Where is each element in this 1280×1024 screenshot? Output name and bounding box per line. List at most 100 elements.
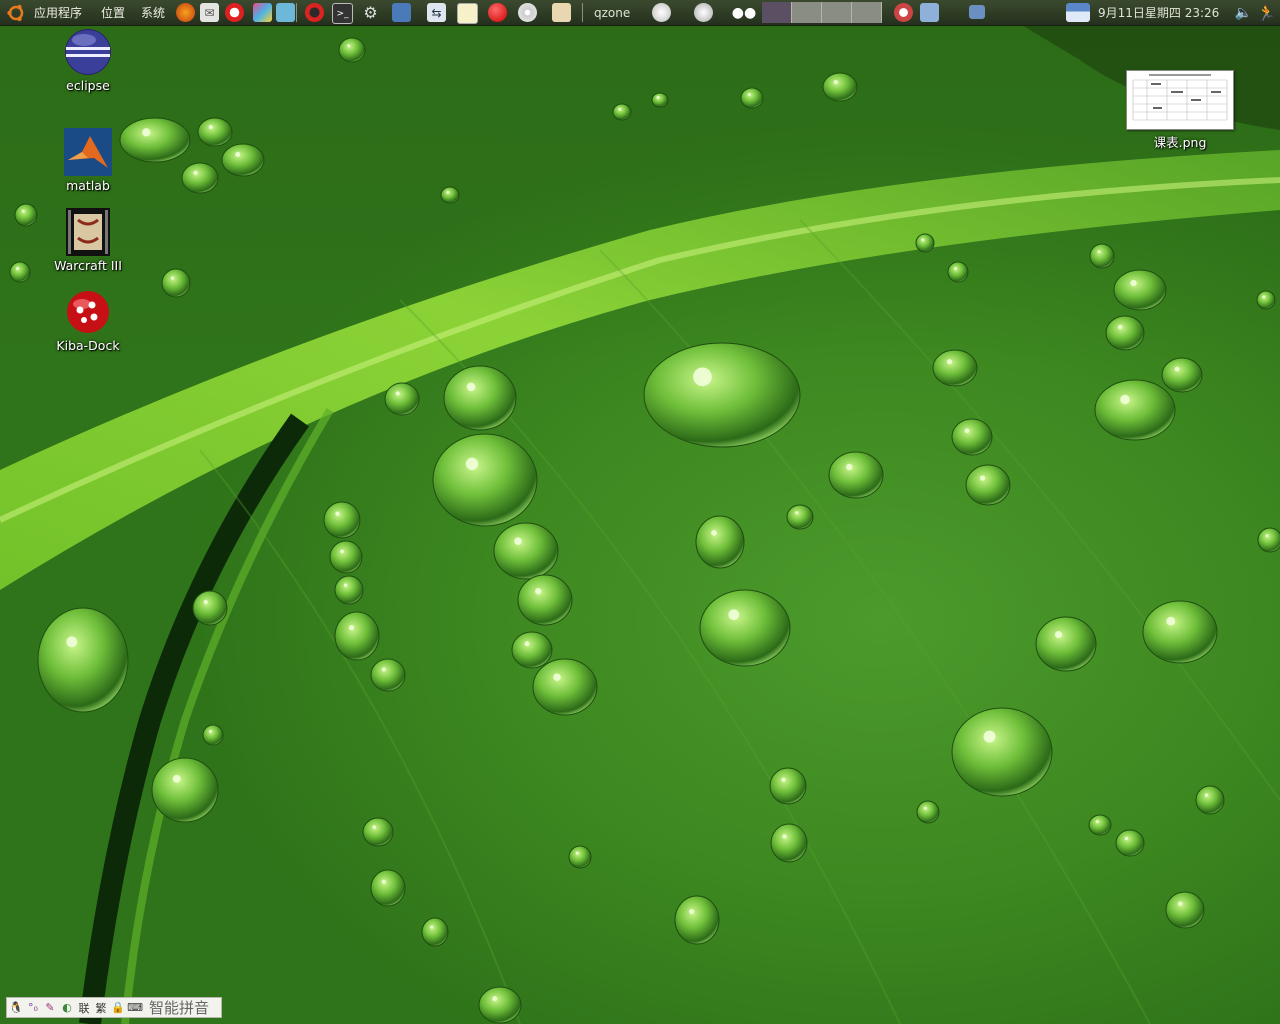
lock-icon[interactable]: 🔒 [111, 1001, 125, 1015]
water-drop-highlight [618, 107, 622, 111]
water-drop [1165, 891, 1205, 929]
water-drop [334, 611, 380, 661]
image-file-icon [1126, 70, 1234, 130]
water-drop [9, 261, 31, 283]
warcraft-icon [64, 208, 112, 256]
workspace-4[interactable] [852, 2, 882, 23]
firefox-icon[interactable] [176, 3, 195, 22]
ubuntu-logo-icon[interactable] [6, 0, 26, 25]
water-drop-highlight [372, 825, 377, 829]
paint-icon[interactable] [276, 3, 295, 22]
water-drop-highlight [1120, 394, 1130, 405]
water-drop-highlight [514, 537, 522, 546]
keyboard-icon[interactable]: ⌨ [127, 1001, 143, 1015]
settings-icon[interactable]: ⚙ [361, 3, 380, 22]
water-drop [951, 418, 993, 456]
desktop-icon-label: Warcraft III [54, 258, 122, 273]
desktop-icon-kiba-dock[interactable]: Kiba-Dock [43, 288, 133, 353]
water-drop [443, 365, 517, 431]
workspace-2[interactable] [792, 2, 822, 23]
water-drop-highlight [340, 549, 344, 554]
water-drop-highlight [1174, 366, 1180, 372]
gimp-icon[interactable] [552, 3, 571, 22]
water-drop [334, 575, 364, 605]
water-drop [786, 504, 814, 530]
punctuation-icon[interactable]: °₀ [26, 1001, 40, 1015]
simplified-icon[interactable]: 联 [77, 1001, 91, 1015]
water-drop [370, 869, 406, 907]
water-drop-highlight [335, 511, 340, 516]
water-drop-highlight [381, 879, 386, 884]
task-qzone[interactable]: qzone [594, 0, 630, 25]
applet-icon[interactable] [694, 3, 713, 22]
water-drop [1089, 243, 1115, 269]
water-drop [643, 342, 801, 448]
water-drop [37, 607, 129, 713]
water-drop-highlight [381, 667, 386, 672]
water-drop [916, 800, 940, 824]
terminal-icon[interactable]: >_ [332, 3, 353, 24]
volume-icon[interactable]: 🔈 [1234, 3, 1253, 22]
water-drop-highlight [728, 609, 740, 621]
water-drop [965, 464, 1011, 506]
water-drop-highlight [466, 382, 476, 392]
desktop-icon-warcraft[interactable]: Warcraft III [43, 208, 133, 273]
water-drop-highlight [347, 44, 351, 48]
water-drop-highlight [575, 851, 579, 855]
workspace-3[interactable] [822, 2, 852, 23]
cd-icon[interactable] [518, 3, 537, 22]
water-drop [699, 589, 791, 667]
water-drop-highlight [983, 730, 996, 743]
water-drop [822, 72, 858, 102]
help-icon[interactable] [225, 3, 244, 22]
water-drop [674, 895, 720, 945]
traditional-icon[interactable]: 繁 [94, 1001, 108, 1015]
water-drop [511, 631, 553, 669]
matlab-icon [64, 128, 112, 176]
desktop-icon-eclipse[interactable]: eclipse [43, 28, 133, 93]
water-drop [1105, 315, 1145, 351]
water-drop-highlight [693, 367, 712, 387]
water-drop-highlight [747, 93, 751, 96]
water-drop-highlight [1265, 534, 1269, 538]
screenshot-icon[interactable] [457, 3, 478, 24]
water-drop-highlight [833, 80, 838, 85]
water-drop [478, 986, 522, 1024]
tux-icon[interactable]: 🐧 [9, 1001, 23, 1015]
applet-icon[interactable] [652, 3, 671, 22]
water-drop [740, 87, 764, 109]
tray-app-icon[interactable] [894, 3, 913, 22]
mail-icon[interactable]: ✉ [200, 3, 219, 22]
menu-places[interactable]: 位置 [101, 0, 125, 25]
kiba-dock-icon [64, 288, 112, 336]
water-drop-highlight [1262, 295, 1266, 299]
water-drop [651, 92, 669, 108]
network-icon[interactable] [392, 3, 411, 22]
water-drop-highlight [781, 777, 786, 782]
opera-icon[interactable] [305, 3, 324, 22]
water-drop [202, 724, 224, 746]
xeyes-icon[interactable]: ●● [730, 3, 758, 22]
ime-mode-label[interactable]: 智能拼音 [149, 997, 209, 1018]
tray-window-icon[interactable] [969, 5, 985, 19]
water-drop [1094, 379, 1176, 441]
brush-icon[interactable]: ✎ [43, 1001, 57, 1015]
fullwidth-icon[interactable]: ◐ [60, 1001, 74, 1015]
workspace-1[interactable] [762, 2, 792, 23]
menu-system[interactable]: 系统 [141, 0, 165, 25]
remote-desktop-icon[interactable]: ⇆ [427, 3, 446, 22]
water-drop [1195, 785, 1225, 815]
clock[interactable]: 9月11日星期四 23:26 [1098, 0, 1219, 25]
water-drop [329, 540, 363, 574]
calendar-icon[interactable] [1066, 3, 1090, 22]
water-drop-highlight [348, 624, 355, 631]
water-drop-highlight [465, 457, 479, 471]
menu-applications[interactable]: 应用程序 [34, 0, 82, 25]
desktop-icon-matlab[interactable]: matlab [43, 128, 133, 193]
water-drop-highlight [1166, 616, 1176, 626]
run-icon[interactable]: 🏃 [1257, 3, 1276, 22]
paint-icon[interactable] [253, 3, 272, 22]
kiba-dock-icon[interactable] [488, 3, 507, 22]
desktop-icon-schedule-png[interactable]: 课表.png [1122, 70, 1238, 151]
network-monitor-icon[interactable] [920, 3, 939, 22]
